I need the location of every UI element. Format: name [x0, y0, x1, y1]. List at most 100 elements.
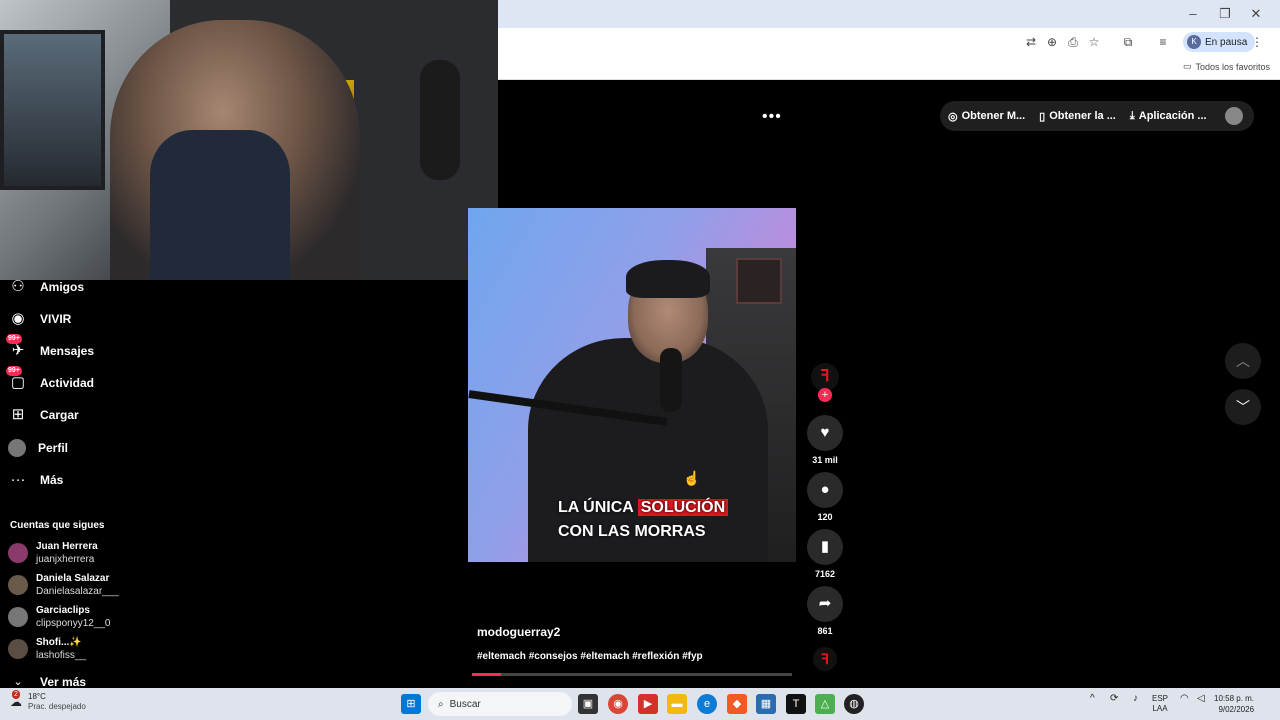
edge-icon[interactable]: e [697, 694, 717, 714]
clock-date: 9/02/2026 [1218, 705, 1255, 714]
clock-time: 10:58 p. m. [1214, 694, 1255, 703]
extensions-icon[interactable]: ⧉ [1120, 34, 1136, 50]
following-title: Cuentas que sigues [10, 520, 105, 531]
search-icon: ⌕ [438, 698, 444, 710]
comment-action[interactable]: ● 120 [807, 472, 843, 522]
user-avatar[interactable] [1224, 107, 1243, 125]
sidebar-item-live[interactable]: ◉ VIVIR [8, 307, 71, 331]
get-app-button[interactable]: ▯ Obtener la ... [1039, 110, 1116, 123]
mic-icon[interactable]: ♪ [1133, 694, 1138, 704]
sidebar-item-label: Amigos [40, 280, 85, 294]
pause-label: En pausa [1205, 36, 1248, 48]
webcam-microphone [420, 60, 460, 180]
more-options-button[interactable]: ••• [762, 108, 782, 126]
sidebar-item-activity[interactable]: ▢ 99+ Actividad [6, 366, 94, 395]
following-username: juanjxherrera [36, 554, 95, 565]
weather-icon: ☁ 2 [10, 690, 22, 709]
folder-icon: ▭ [1182, 61, 1192, 71]
language-indicator[interactable]: ESP LAA [1152, 694, 1168, 714]
more-icon: ··· [10, 471, 26, 488]
close-button[interactable]: ✕ [1241, 4, 1271, 24]
all-favorites-button[interactable]: ▭ Todos los favoritos [1183, 61, 1270, 72]
translate-icon[interactable]: ⇄ [1023, 34, 1039, 50]
taskbar-search[interactable]: ⌕ Buscar [428, 692, 572, 716]
install-icon[interactable]: ⎙ [1065, 34, 1081, 50]
coin-icon: ◎ [948, 110, 958, 123]
creator-avatar[interactable]: ꟻ [811, 363, 839, 391]
live-icon: ◉ [11, 310, 25, 327]
tv-app-icon[interactable]: T [786, 694, 806, 714]
get-app-label: Obtener la ... [1049, 110, 1116, 122]
video-player[interactable]: LA ÚNICA SOLUCIÓN CON LAS MORRAS [468, 208, 796, 562]
sidebar-item-messages[interactable]: ✈ 99+ Mensajes [6, 334, 94, 363]
activity-icon: ▢ 99+ [6, 366, 26, 391]
weather-widget[interactable]: ☁ 2 18°C Prac. despejado [8, 690, 86, 712]
upload-icon: ⊞ [11, 406, 25, 423]
chevron-down-icon[interactable]: ﹀ [1225, 389, 1261, 425]
obs-icon[interactable]: ◍ [844, 694, 864, 714]
video-app-icon[interactable]: ▶ [638, 694, 658, 714]
zoom-icon[interactable]: ⊕ [1044, 34, 1060, 50]
video-hashtags[interactable]: #eltemach #consejos #eltemach #reflexión… [477, 651, 703, 662]
follow-plus-icon[interactable]: + [818, 388, 832, 402]
volume-icon[interactable]: ◁ [1197, 694, 1205, 704]
tray-expand-icon[interactable]: ^ [1090, 694, 1095, 704]
chrome-icon[interactable]: ◉ [608, 694, 628, 714]
following-item[interactable]: Daniela Salazar Danielasalazar___ [8, 572, 119, 598]
video-caption: LA ÚNICA SOLUCIÓN CON LAS MORRAS [558, 496, 729, 544]
following-item[interactable]: Garciaclips clipsponyy12__0 [8, 604, 111, 630]
video-author[interactable]: modoguerray2 [477, 625, 560, 639]
sidebar-item-upload[interactable]: ⊞ Cargar [8, 403, 79, 427]
caption-highlight: SOLUCIÓN [637, 499, 729, 516]
file-explorer-icon[interactable]: ▬ [667, 694, 687, 714]
following-item[interactable]: Shofi...✨ lashofiss__ [8, 636, 86, 662]
start-icon[interactable]: ⊞ [401, 694, 421, 714]
wifi-icon[interactable]: ◠ [1180, 694, 1189, 704]
video-progress-fill [472, 673, 501, 676]
bookmark-icon[interactable]: ▮ [807, 529, 843, 565]
webcam-window-background [0, 30, 105, 190]
video-progress-bar[interactable] [472, 673, 792, 676]
save-action[interactable]: ▮ 7162 [807, 529, 843, 579]
share-icon[interactable]: ➦ [807, 586, 843, 622]
following-name: Garciaclips [36, 605, 90, 616]
task-view-icon[interactable]: ▣ [578, 694, 598, 714]
star-icon[interactable]: ☆ [1086, 34, 1102, 50]
avatar [8, 607, 28, 627]
desktop-app-button[interactable]: ⤓ Aplicación ... [1130, 110, 1207, 123]
search-label: Buscar [449, 698, 481, 710]
share-action[interactable]: ➦ 861 [807, 586, 843, 636]
store-icon[interactable]: ▦ [756, 694, 776, 714]
menu-icon[interactable]: ⋮ [1249, 34, 1265, 50]
profile-pause-button[interactable]: K En pausa [1183, 32, 1256, 52]
taskbar-clock[interactable]: 10:58 p. m. 9/02/2026 [1214, 693, 1254, 715]
messages-icon: ✈ 99+ [6, 334, 25, 359]
mouse-cursor-icon: ☝ [683, 470, 701, 486]
sidebar-item-more[interactable]: ··· Más [8, 468, 64, 492]
avatar [8, 543, 28, 563]
sync-icon[interactable]: ⟳ [1110, 694, 1118, 704]
minimize-button[interactable]: – [1178, 4, 1208, 24]
sidebar-item-label: Más [40, 473, 64, 487]
sidebar-item-profile[interactable]: Perfil [8, 436, 68, 460]
maximize-button[interactable]: ❐ [1210, 4, 1240, 24]
phone-icon: ▯ [1039, 110, 1046, 123]
video-sign [736, 258, 782, 304]
comment-icon[interactable]: ● [807, 472, 843, 508]
drive-icon[interactable]: △ [815, 694, 835, 714]
media-icon[interactable]: ≡ [1155, 34, 1171, 50]
get-coins-button[interactable]: ◎ Obtener M... [948, 110, 1025, 123]
chevron-up-icon[interactable]: ︿ [1225, 343, 1261, 379]
sidebar-item-label: VIVIR [40, 312, 72, 326]
video-cap [626, 260, 710, 298]
notification-badge: 2 [12, 690, 20, 699]
title-bar: – ❐ ✕ [498, 0, 1280, 28]
heart-icon[interactable]: ♥ [807, 415, 843, 451]
brave-icon[interactable]: ◆ [727, 694, 747, 714]
music-disc-icon[interactable]: ꟻ [813, 647, 837, 671]
sidebar-item-friends[interactable]: ⚇ Amigos [8, 275, 84, 299]
like-action[interactable]: ♥ 31 mil [807, 415, 843, 465]
get-coins-label: Obtener M... [961, 110, 1026, 122]
following-item[interactable]: Juan Herrera juanjxherrera [8, 540, 98, 566]
browser-toolbar: ⇄ ⊕ ⎙ ☆ ⧉ ≡ K En pausa ⋮ [498, 28, 1280, 56]
